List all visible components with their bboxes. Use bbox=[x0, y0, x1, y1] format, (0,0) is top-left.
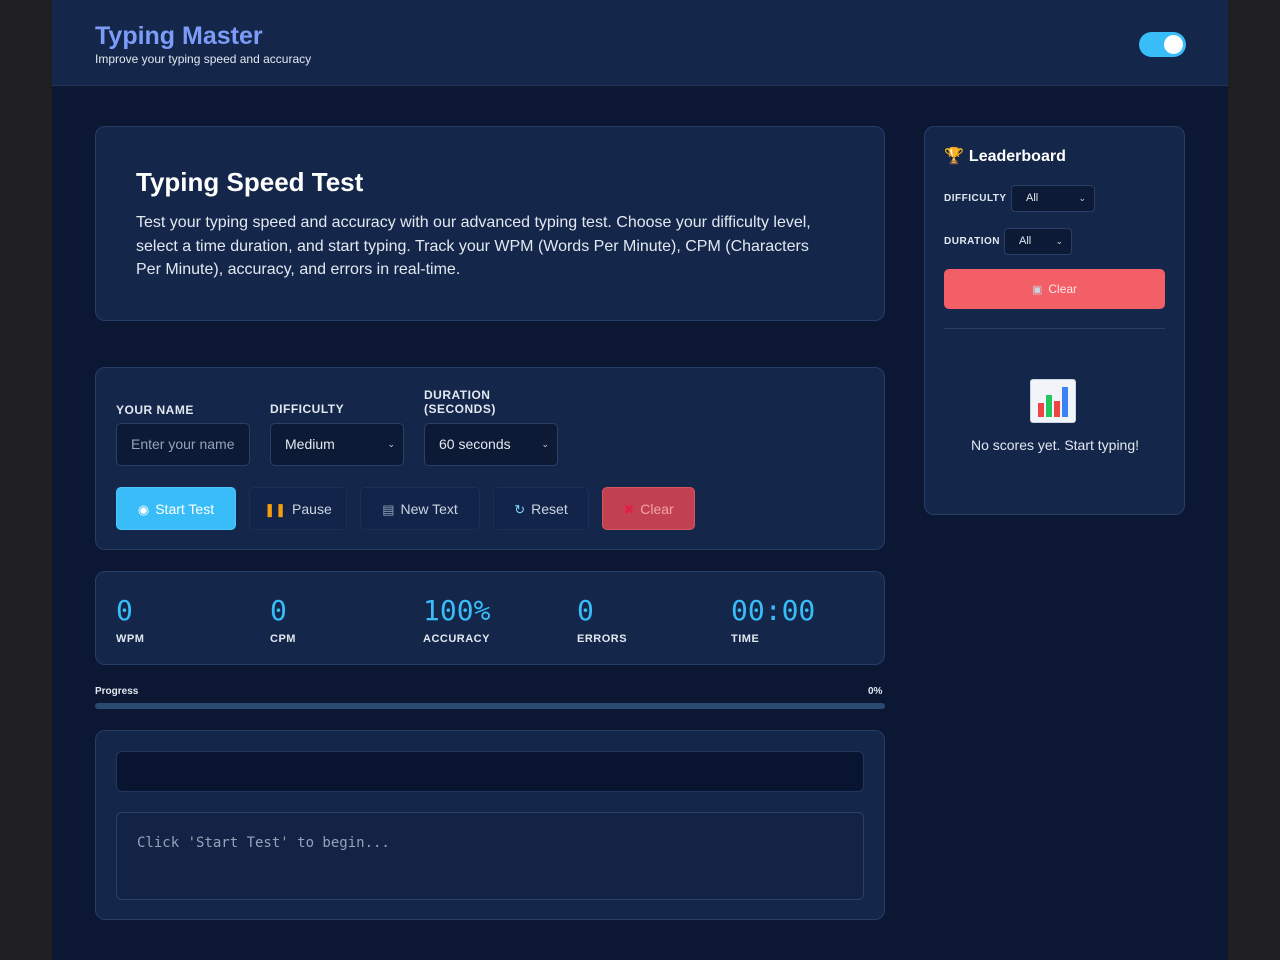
errors-label: ERRORS bbox=[577, 633, 628, 645]
app-subtitle: Improve your typing speed and accuracy bbox=[95, 52, 312, 66]
duration-label-line1: DURATION bbox=[424, 388, 491, 402]
controls-card: YOUR NAME Enter your name DIFFICULTY Med… bbox=[95, 367, 885, 550]
clear-label: Clear bbox=[640, 501, 674, 517]
lb-difficulty-label: DIFFICULTY bbox=[944, 193, 1007, 204]
app-title: Typing Master bbox=[95, 22, 263, 50]
app-window: Typing Master Improve your typing speed … bbox=[52, 0, 1228, 960]
errors-value: 0 bbox=[577, 594, 594, 627]
pause-label: Pause bbox=[292, 501, 332, 517]
accuracy-label: ACCURACY bbox=[423, 633, 490, 645]
start-test-button[interactable]: ◉ Start Test bbox=[116, 487, 236, 530]
theme-toggle[interactable] bbox=[1139, 32, 1186, 57]
target-icon: ◉ bbox=[137, 502, 150, 517]
difficulty-label: DIFFICULTY bbox=[270, 402, 345, 416]
progress-label: Progress bbox=[95, 686, 139, 697]
lb-difficulty-select[interactable]: All ⌄ bbox=[1011, 185, 1095, 212]
wpm-value: 0 bbox=[116, 594, 133, 627]
chevron-down-icon: ⌄ bbox=[387, 439, 395, 449]
new-text-button[interactable]: ▤ New Text bbox=[360, 487, 480, 530]
intro-title: Typing Speed Test bbox=[136, 167, 364, 197]
lb-clear-button[interactable]: ▣ Clear bbox=[944, 269, 1165, 309]
difficulty-value: Medium bbox=[285, 436, 335, 452]
chevron-down-icon: ⌄ bbox=[1078, 193, 1086, 203]
stats-card: 0 WPM 0 CPM 100% ACCURACY 0 ERRORS 00:00… bbox=[95, 571, 885, 665]
chevron-down-icon: ⌄ bbox=[541, 439, 549, 449]
trophy-icon: 🏆 bbox=[944, 148, 964, 165]
typing-input[interactable]: Click 'Start Test' to begin... bbox=[116, 812, 864, 900]
leaderboard-title: 🏆 Leaderboard bbox=[944, 146, 1066, 166]
intro-card: Typing Speed Test Test your typing speed… bbox=[95, 126, 885, 321]
trash-icon: ▣ bbox=[1031, 284, 1043, 296]
leaderboard-title-text: Leaderboard bbox=[968, 148, 1066, 165]
time-value: 00:00 bbox=[731, 594, 816, 627]
lb-clear-label: Clear bbox=[1048, 282, 1078, 296]
progress-percent: 0% bbox=[868, 686, 883, 697]
bar-chart-icon bbox=[1030, 379, 1076, 423]
chevron-down-icon: ⌄ bbox=[1055, 236, 1063, 246]
clear-button[interactable]: ✖ Clear bbox=[602, 487, 695, 530]
cpm-label: CPM bbox=[270, 633, 296, 645]
typing-card: Click 'Start Test' to begin... bbox=[95, 730, 885, 920]
reset-label: Reset bbox=[531, 501, 568, 517]
name-input[interactable]: Enter your name bbox=[116, 423, 250, 466]
reset-button[interactable]: ↻ Reset bbox=[493, 487, 589, 530]
lb-duration-select[interactable]: All ⌄ bbox=[1004, 228, 1072, 255]
pause-icon: ❚❚ bbox=[264, 502, 287, 517]
name-label: YOUR NAME bbox=[116, 403, 194, 417]
divider bbox=[944, 328, 1165, 329]
document-icon: ▤ bbox=[382, 502, 395, 517]
duration-select[interactable]: 60 seconds ⌄ bbox=[424, 423, 558, 466]
start-test-label: Start Test bbox=[155, 501, 215, 517]
lb-duration-value: All bbox=[1019, 235, 1032, 247]
leaderboard-card: 🏆 Leaderboard DIFFICULTY All ⌄ DURATION A… bbox=[924, 126, 1185, 515]
lb-difficulty-value: All bbox=[1026, 192, 1039, 204]
accuracy-value: 100% bbox=[423, 594, 491, 627]
cross-icon: ✖ bbox=[623, 502, 635, 517]
refresh-icon: ↻ bbox=[514, 502, 526, 517]
name-placeholder: Enter your name bbox=[131, 436, 235, 452]
text-display bbox=[116, 751, 864, 792]
toggle-knob bbox=[1164, 35, 1183, 54]
new-text-label: New Text bbox=[400, 501, 458, 517]
wpm-label: WPM bbox=[116, 633, 145, 645]
pause-button[interactable]: ❚❚ Pause bbox=[249, 487, 347, 530]
duration-label-line2: (SECONDS) bbox=[424, 402, 496, 416]
empty-state-text: No scores yet. Start typing! bbox=[970, 437, 1140, 453]
difficulty-select[interactable]: Medium ⌄ bbox=[270, 423, 404, 466]
progress-bar bbox=[95, 703, 885, 709]
duration-label: DURATION (SECONDS) bbox=[424, 388, 496, 416]
header: Typing Master Improve your typing speed … bbox=[52, 0, 1228, 86]
cpm-value: 0 bbox=[270, 594, 287, 627]
intro-text: Test your typing speed and accuracy with… bbox=[136, 214, 811, 278]
lb-duration-label: DURATION bbox=[944, 236, 1001, 247]
duration-value: 60 seconds bbox=[439, 436, 511, 452]
time-label: TIME bbox=[731, 633, 760, 645]
